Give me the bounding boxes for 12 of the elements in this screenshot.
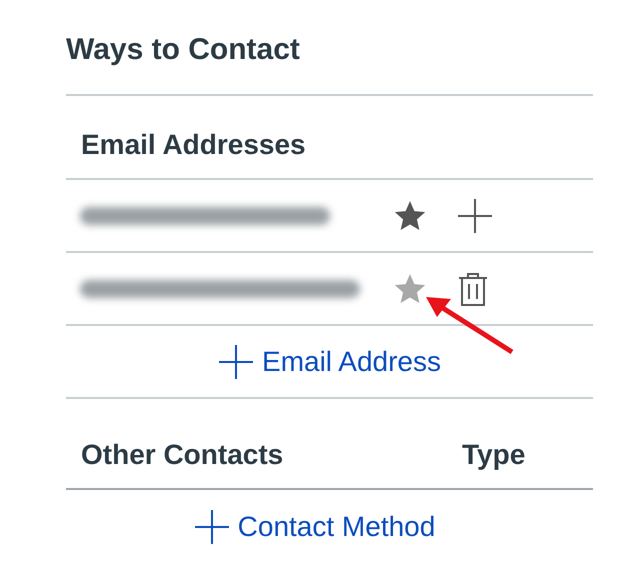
trash-icon[interactable] bbox=[457, 270, 489, 306]
column-header: Type bbox=[462, 438, 526, 472]
add-contact-method-link[interactable]: Contact Method bbox=[194, 506, 436, 548]
add-icon bbox=[218, 344, 254, 380]
section-heading: Email Addresses bbox=[81, 128, 306, 162]
add-icon bbox=[194, 508, 230, 544]
section-title: Ways to Contact bbox=[66, 32, 300, 68]
column-header: Other Contacts bbox=[81, 438, 284, 472]
star-icon[interactable] bbox=[392, 272, 428, 306]
star-icon[interactable] bbox=[392, 198, 428, 232]
add-icon[interactable] bbox=[457, 198, 493, 234]
add-email-link[interactable]: Email Address bbox=[218, 340, 441, 382]
